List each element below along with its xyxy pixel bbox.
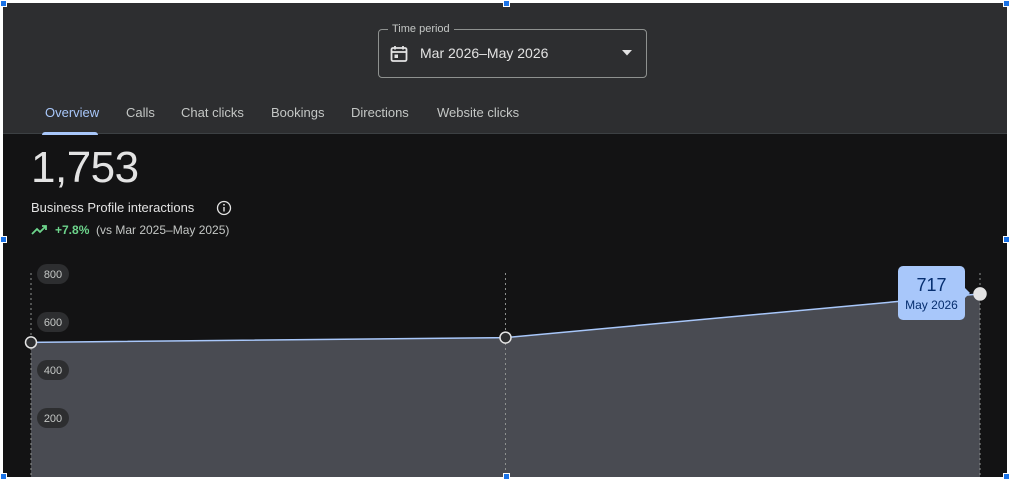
tab-chat-clicks[interactable]: Chat clicks (181, 105, 244, 120)
trending-up-icon (31, 225, 47, 235)
tab-bookings[interactable]: Bookings (271, 105, 324, 120)
tab-overview[interactable]: Overview (45, 105, 99, 120)
resize-handle[interactable] (503, 0, 510, 7)
data-point (499, 331, 512, 344)
resize-handle[interactable] (1003, 0, 1010, 7)
resize-handle[interactable] (0, 0, 7, 7)
resize-handle[interactable] (0, 236, 7, 243)
resize-handle[interactable] (503, 473, 510, 480)
data-point (973, 287, 987, 301)
tab-bar: Overview Calls Chat clicks Bookings Dire… (3, 99, 1007, 135)
active-tab-indicator (42, 132, 98, 135)
metric-label: Business Profile interactions (31, 200, 195, 215)
chevron-down-icon (622, 50, 632, 56)
tooltip-month: May 2026 (905, 298, 958, 312)
total-interactions: 1,753 (31, 143, 139, 192)
time-period-value: Mar 2026–May 2026 (420, 45, 549, 61)
data-point (24, 336, 38, 349)
resize-handle[interactable] (1003, 473, 1010, 480)
y-tick-label: 600 (44, 317, 62, 329)
panel-header: Time period Mar 2026–May 2026 Overview C… (3, 3, 1007, 135)
y-tick-label: 800 (44, 269, 62, 281)
resize-handle[interactable] (0, 473, 7, 480)
tab-calls[interactable]: Calls (126, 105, 155, 120)
change-percent: +7.8% (55, 223, 90, 237)
performance-panel: 200 400 600 800 Time period Mar 2026–May 20… (3, 3, 1007, 477)
time-period-select[interactable]: Time period Mar 2026–May 2026 (378, 22, 647, 78)
resize-handle[interactable] (1003, 236, 1010, 243)
data-point-tooltip: 717 May 2026 (898, 266, 970, 320)
comparison-period: (vs Mar 2025–May 2025) (96, 223, 230, 237)
tooltip-pointer (964, 287, 970, 299)
tooltip-value: 717 (916, 275, 947, 295)
calendar-icon (390, 46, 408, 62)
y-tick-label: 200 (44, 413, 62, 425)
time-period-legend: Time period (388, 22, 454, 36)
info-icon[interactable] (216, 200, 232, 216)
y-tick-label: 400 (44, 365, 62, 377)
tab-directions[interactable]: Directions (351, 105, 409, 120)
tab-website-clicks[interactable]: Website clicks (437, 105, 519, 120)
